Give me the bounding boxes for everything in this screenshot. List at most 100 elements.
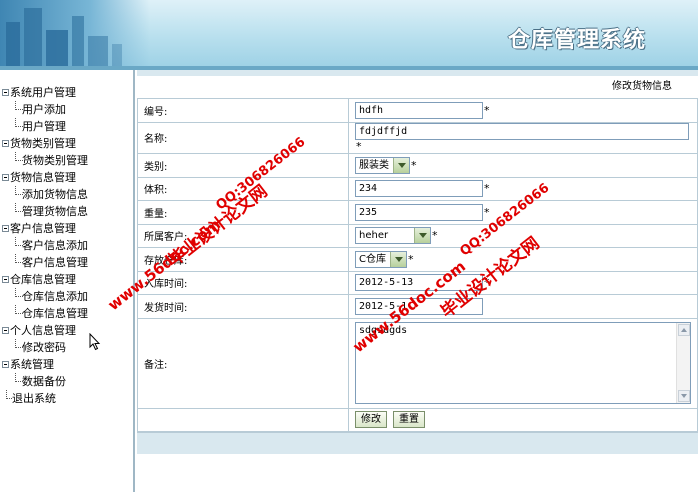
tree-item-warehouse-add[interactable]: 仓库信息添加 [2, 288, 133, 305]
required-mark: * [407, 252, 414, 266]
collapse-icon[interactable] [2, 140, 9, 147]
volume-input[interactable]: 234 [355, 180, 483, 198]
tree-item-label: 退出系统 [12, 392, 56, 405]
nav-group-goods-category: 货物类别管理 货物类别管理 [2, 135, 133, 169]
tree-node-personal[interactable]: 个人信息管理 [2, 322, 133, 339]
tree-node-label: 仓库信息管理 [10, 273, 76, 286]
form-row-name: 名称: fdjdffjd* [137, 121, 698, 154]
sidebar: 系统用户管理 用户添加 用户管理 货物类别管理 货物类别管理 货物信息管理 添加… [0, 70, 135, 492]
main-content: 修改货物信息 编号: hdfh * 名称: fdjdffjd* 类别: 服装类 * … [137, 70, 698, 492]
field-label: 发货时间: [137, 294, 349, 319]
nav-group-system: 系统管理 数据备份 [2, 356, 133, 390]
collapse-icon[interactable] [2, 327, 9, 334]
tree-node-label: 货物信息管理 [10, 171, 76, 184]
form-row-volume: 体积: 234 * [137, 176, 698, 201]
tree-node-label: 系统管理 [10, 358, 54, 371]
nav-tree: 系统用户管理 用户添加 用户管理 货物类别管理 货物类别管理 货物信息管理 添加… [0, 70, 133, 407]
chevron-down-icon[interactable] [414, 228, 430, 244]
tree-item-data-backup[interactable]: 数据备份 [2, 373, 133, 390]
tree-node-label: 系统用户管理 [10, 86, 76, 99]
tree-item-category-manage[interactable]: 货物类别管理 [2, 152, 133, 169]
form-row-remark: 备注: sdgsdgds [137, 317, 698, 409]
scrollbar[interactable] [676, 323, 690, 403]
form-row-buttons: 修改 重置 [137, 407, 698, 432]
required-mark: * [484, 205, 490, 219]
remark-textarea[interactable]: sdgsdgds [355, 322, 691, 404]
collapse-icon[interactable] [2, 361, 9, 368]
required-mark: * [484, 276, 490, 290]
code-input[interactable]: hdfh [355, 101, 483, 119]
content-bottom-strip [137, 432, 698, 454]
collapse-icon[interactable] [2, 89, 9, 96]
tree-item-logout[interactable]: 退出系统 [2, 390, 133, 407]
tree-item-label: 仓库信息添加 [22, 290, 88, 303]
field-label: 存放仓库: [137, 247, 349, 272]
collapse-icon[interactable] [2, 174, 9, 181]
required-mark: * [356, 140, 362, 153]
tree-node-label: 货物类别管理 [10, 137, 76, 150]
select-value: C仓库 [359, 253, 386, 265]
form-row-customer: 所属客户: heher * [137, 223, 698, 248]
chevron-down-icon[interactable] [389, 251, 406, 267]
tree-item-user-add[interactable]: 用户添加 [2, 101, 133, 118]
tree-node-label: 客户信息管理 [10, 222, 76, 235]
in-time-input[interactable]: 2012-5-13 [355, 274, 483, 292]
tree-node-user-admin[interactable]: 系统用户管理 [2, 84, 133, 101]
scroll-up-icon[interactable] [678, 324, 690, 336]
field-label: 所属客户: [137, 223, 349, 248]
tree-item-customer-manage[interactable]: 客户信息管理 [2, 254, 133, 271]
city-skyline-banner [0, 0, 150, 66]
nav-group-goods-info: 货物信息管理 添加货物信息 管理货物信息 [2, 169, 133, 220]
chevron-down-icon[interactable] [393, 157, 409, 173]
form-row-code: 编号: hdfh * [137, 98, 698, 123]
tree-item-label: 数据备份 [22, 375, 66, 388]
form-row-in-time: 入库时间: 2012-5-13 * [137, 270, 698, 295]
tree-item-label: 添加货物信息 [22, 188, 88, 201]
field-label: 备注: [137, 317, 349, 409]
reset-button[interactable]: 重置 [393, 411, 425, 429]
form-caption: 修改货物信息 [612, 81, 672, 92]
select-value: 服装类 [359, 159, 389, 171]
tree-item-warehouse-manage[interactable]: 仓库信息管理 [2, 305, 133, 322]
field-label: 名称: [137, 121, 349, 154]
edit-goods-form: 编号: hdfh * 名称: fdjdffjd* 类别: 服装类 * 体积: 234… [137, 98, 698, 432]
customer-select[interactable]: heher [355, 227, 431, 245]
app-title: 仓库管理系统 [507, 27, 646, 53]
collapse-icon[interactable] [2, 225, 9, 232]
remark-text: sdgsdgds [359, 325, 408, 336]
tree-item-label: 用户管理 [22, 120, 66, 133]
ship-time-input[interactable]: 2012-5-1 [355, 297, 483, 315]
form-row-warehouse: 存放仓库: C仓库 * [137, 247, 698, 272]
form-row-category: 类别: 服装类 * [137, 153, 698, 178]
scroll-down-icon[interactable] [678, 390, 690, 402]
tree-node-goods-info[interactable]: 货物信息管理 [2, 169, 133, 186]
required-mark: * [484, 103, 490, 117]
nav-group-personal: 个人信息管理 修改密码 [2, 322, 133, 356]
tree-node-goods-category[interactable]: 货物类别管理 [2, 135, 133, 152]
modify-button[interactable]: 修改 [355, 411, 387, 429]
field-label: 编号: [137, 98, 349, 123]
tree-item-user-manage[interactable]: 用户管理 [2, 118, 133, 135]
tree-item-change-password[interactable]: 修改密码 [2, 339, 133, 356]
field-label: 入库时间: [137, 270, 349, 295]
tree-item-customer-add[interactable]: 客户信息添加 [2, 237, 133, 254]
tree-item-label: 货物类别管理 [22, 154, 88, 167]
collapse-icon[interactable] [2, 276, 9, 283]
tree-item-label: 修改密码 [22, 341, 66, 354]
tree-node-customer[interactable]: 客户信息管理 [2, 220, 133, 237]
tree-node-system[interactable]: 系统管理 [2, 356, 133, 373]
category-select[interactable]: 服装类 [355, 156, 410, 174]
required-mark: * [432, 229, 438, 243]
tree-item-goods-add[interactable]: 添加货物信息 [2, 186, 133, 203]
mouse-cursor-icon [89, 333, 101, 351]
nav-group-customer: 客户信息管理 客户信息添加 客户信息管理 [2, 220, 133, 271]
tree-item-label: 管理货物信息 [22, 205, 88, 218]
weight-input[interactable]: 235 [355, 203, 483, 221]
form-row-weight: 重量: 235 * [137, 200, 698, 225]
nav-group-user-admin: 系统用户管理 用户添加 用户管理 [2, 84, 133, 135]
tree-item-goods-manage[interactable]: 管理货物信息 [2, 203, 133, 220]
warehouse-select[interactable]: C仓库 [355, 250, 407, 268]
name-input[interactable]: fdjdffjd [355, 122, 689, 140]
tree-node-warehouse[interactable]: 仓库信息管理 [2, 271, 133, 288]
form-row-ship-time: 发货时间: 2012-5-1 [137, 294, 698, 319]
